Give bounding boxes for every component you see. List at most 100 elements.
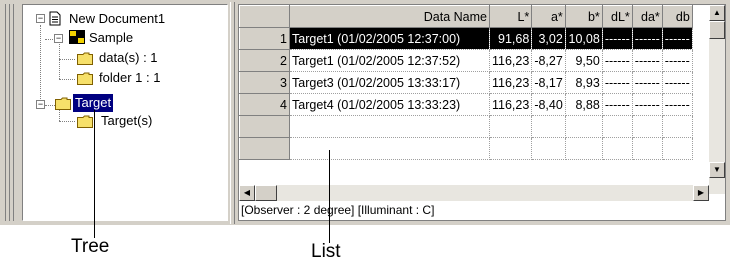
column-header[interactable]	[239, 5, 290, 28]
vertical-scrollbar[interactable]: ▲ ▼	[709, 5, 725, 194]
cell-dL[interactable]: ------	[602, 27, 633, 50]
folder-icon	[77, 52, 93, 65]
tree-view[interactable]: − New Document1 − Sample data(s) : 1 fol…	[22, 4, 228, 221]
color-swatch-icon	[69, 30, 85, 44]
tree-connector	[59, 79, 75, 80]
tree-node-label: data(s) : 1	[99, 50, 158, 65]
grip-line	[9, 4, 10, 221]
header-row: Data Name L* a* b* dL* da* db	[239, 5, 693, 28]
folder-icon	[77, 115, 93, 128]
cell-data-name[interactable]: Target1 (01/02/2005 12:37:52)	[289, 49, 490, 72]
row-number[interactable]: 2	[239, 49, 290, 72]
cell-db[interactable]: ------	[662, 27, 693, 50]
cell-b[interactable]: 10,08	[565, 27, 603, 50]
tree-node-label: New Document1	[69, 11, 166, 26]
collapse-toggle[interactable]: −	[54, 34, 63, 43]
collapse-toggle[interactable]: −	[36, 14, 45, 23]
cell-dL[interactable]: ------	[602, 71, 633, 94]
column-header[interactable]: b*	[564, 5, 603, 28]
cell-a[interactable]: -8,17	[531, 71, 566, 94]
cell-a[interactable]: -8,27	[531, 49, 566, 72]
scroll-up-icon[interactable]: ▲	[709, 5, 725, 21]
cell-data-name[interactable]: Target1 (01/02/2005 12:37:00)	[289, 27, 490, 50]
row-number[interactable]: 4	[239, 93, 290, 116]
cell-L[interactable]: 116,23	[489, 93, 533, 116]
callout-line-list	[329, 150, 330, 243]
tree-node-label: Sample	[89, 30, 134, 45]
empty-cell	[489, 137, 533, 160]
empty-cell	[531, 137, 566, 160]
column-header[interactable]: Data Name	[289, 5, 490, 28]
folder-icon	[55, 97, 71, 110]
tree-connector	[59, 121, 75, 122]
cell-dL[interactable]: ------	[602, 93, 633, 116]
empty-cell	[632, 137, 663, 160]
data-list[interactable]: Data Name L* a* b* dL* da* db 1 Target1 …	[238, 4, 726, 221]
table-row[interactable]: 2 Target1 (01/02/2005 12:37:52) 116,23 -…	[239, 49, 693, 72]
row-number	[239, 115, 290, 138]
cell-data-name[interactable]: Target4 (01/02/2005 13:33:23)	[289, 93, 490, 116]
cell-L[interactable]: 116,23	[489, 71, 533, 94]
cell-db[interactable]: ------	[662, 93, 693, 116]
horizontal-scrollbar[interactable]: ◀ ▶	[239, 185, 709, 201]
column-header[interactable]: dL*	[601, 5, 633, 28]
cell-a[interactable]: -8,40	[531, 93, 566, 116]
callout-label-list: List	[311, 241, 341, 262]
data-table: Data Name L* a* b* dL* da* db 1 Target1 …	[239, 5, 693, 160]
table-row-empty	[239, 137, 693, 160]
cell-b[interactable]: 8,93	[565, 71, 603, 94]
tree-connector	[59, 59, 75, 60]
empty-cell	[602, 115, 633, 138]
cell-da[interactable]: ------	[632, 93, 663, 116]
cell-dL[interactable]: ------	[602, 49, 633, 72]
scroll-left-icon[interactable]: ◀	[239, 185, 255, 201]
column-header[interactable]: da*	[631, 5, 663, 28]
column-header[interactable]: L*	[488, 5, 533, 28]
grip-line	[13, 4, 14, 221]
empty-cell	[565, 137, 603, 160]
cell-b[interactable]: 9,50	[565, 49, 603, 72]
folder-icon	[77, 72, 93, 85]
empty-cell	[662, 137, 693, 160]
cell-a[interactable]: 3,02	[531, 27, 566, 50]
scroll-down-icon[interactable]: ▼	[709, 162, 725, 178]
scroll-thumb[interactable]	[709, 21, 725, 39]
table-row[interactable]: 3 Target3 (01/02/2005 13:33:17) 116,23 -…	[239, 71, 693, 94]
empty-cell	[565, 115, 603, 138]
tree-connector	[59, 41, 60, 79]
document-icon	[49, 11, 61, 26]
empty-cell	[489, 115, 533, 138]
cell-da[interactable]: ------	[632, 71, 663, 94]
pane-splitter[interactable]	[230, 2, 235, 224]
tree-node-label: Target(s)	[101, 113, 153, 128]
scroll-thumb[interactable]	[255, 185, 277, 201]
empty-cell	[632, 115, 663, 138]
row-number[interactable]: 1	[239, 27, 290, 50]
table-row[interactable]: 4 Target4 (01/02/2005 13:33:23) 116,23 -…	[239, 93, 693, 116]
status-text: [Observer : 2 degree] [Illuminant : C]	[241, 203, 435, 217]
cell-da[interactable]: ------	[632, 27, 663, 50]
callout-line-tree	[94, 110, 95, 238]
column-header[interactable]: db	[661, 5, 693, 28]
empty-cell	[289, 115, 490, 138]
cell-db[interactable]: ------	[662, 71, 693, 94]
table-row[interactable]: 1 Target1 (01/02/2005 12:37:00) 91,68 3,…	[239, 27, 693, 50]
grip-line	[5, 4, 6, 221]
cell-da[interactable]: ------	[632, 49, 663, 72]
cell-L[interactable]: 91,68	[489, 27, 533, 50]
application-window: − New Document1 − Sample data(s) : 1 fol…	[0, 0, 730, 225]
cell-b[interactable]: 8,88	[565, 93, 603, 116]
empty-cell	[289, 137, 490, 160]
scroll-right-icon[interactable]: ▶	[693, 185, 709, 201]
tree-connector	[40, 25, 41, 105]
cell-data-name[interactable]: Target3 (01/02/2005 13:33:17)	[289, 71, 490, 94]
collapse-toggle[interactable]: −	[36, 100, 45, 109]
cell-db[interactable]: ------	[662, 49, 693, 72]
column-header[interactable]: a*	[531, 5, 566, 28]
table-row-empty	[239, 115, 693, 138]
cell-L[interactable]: 116,23	[489, 49, 533, 72]
callout-label-tree: Tree	[71, 236, 110, 257]
tree-node-label: folder 1 : 1	[99, 70, 161, 85]
row-number[interactable]: 3	[239, 71, 290, 94]
row-number	[239, 137, 290, 160]
